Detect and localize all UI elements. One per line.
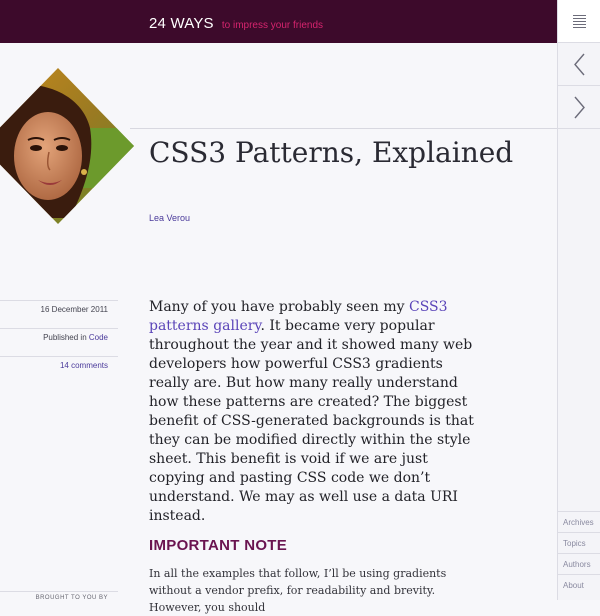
menu-button[interactable] [558, 0, 600, 43]
title-divider [130, 128, 557, 129]
rail-nav: Archives Topics Authors About [558, 511, 600, 595]
logo-tagline: to impress your friends [221, 20, 324, 31]
rail-link-topics[interactable]: Topics [558, 532, 600, 553]
previous-article-button[interactable] [558, 43, 600, 86]
hamburger-icon [573, 15, 586, 28]
next-article-button[interactable] [558, 86, 600, 129]
site-header: 24 WAYS to impress your friends [0, 0, 557, 43]
category-link[interactable]: Code [89, 333, 108, 342]
comments-row: 14 comments [0, 356, 118, 384]
lead-text-before: Many of you have probably seen my [149, 299, 409, 315]
logo-brand: 24 WAYS [149, 15, 214, 32]
rail-link-about[interactable]: About [558, 574, 600, 595]
publish-date-text: 16 December 2011 [40, 305, 108, 314]
section-heading: IMPORTANT NOTE [149, 537, 288, 554]
author-avatar[interactable] [0, 68, 134, 224]
article-title: CSS3 Patterns, Explained [149, 136, 514, 169]
right-rail: Archives Topics Authors About [557, 0, 600, 600]
body-paragraph: In all the examples that follow, I’ll be… [149, 567, 447, 614]
published-in-label: Published in [43, 333, 89, 342]
lead-text-after: . It became very popular throughout the … [149, 318, 474, 524]
publish-date: 16 December 2011 [0, 300, 118, 328]
rail-link-authors[interactable]: Authors [558, 553, 600, 574]
site-logo[interactable]: 24 WAYS to impress your friends [149, 13, 323, 32]
chevron-right-icon [574, 96, 585, 119]
sponsor-label: BROUGHT TO YOU BY [0, 591, 118, 600]
author-link[interactable]: Lea Verou [149, 213, 190, 223]
rail-link-archives[interactable]: Archives [558, 511, 600, 532]
lead-paragraph: Many of you have probably seen my CSS3 p… [149, 298, 479, 526]
category-row: Published in Code [0, 328, 118, 356]
article-meta: 16 December 2011 Published in Code 14 co… [0, 300, 118, 384]
chevron-left-icon [574, 53, 585, 76]
comments-link[interactable]: 14 comments [60, 361, 108, 370]
